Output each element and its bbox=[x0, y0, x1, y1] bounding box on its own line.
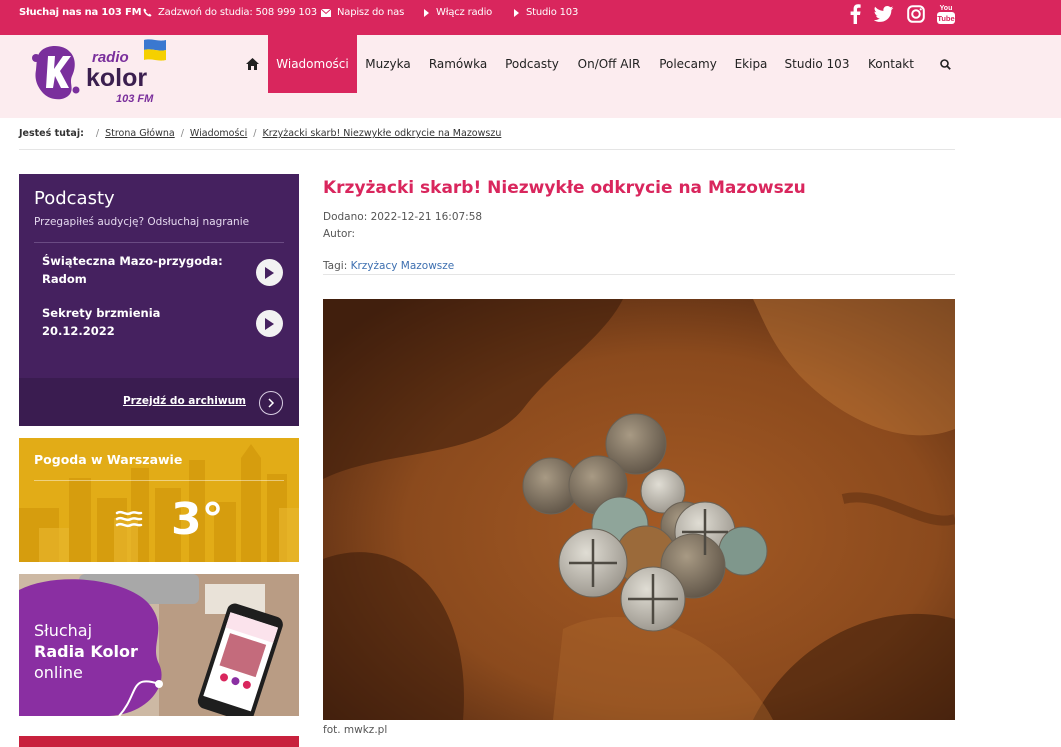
svg-text:Tube: Tube bbox=[937, 14, 954, 23]
podcast-item[interactable]: Sekrety brzmienia 20.12.2022 bbox=[42, 304, 232, 340]
listen-banner-text: Słuchaj Radia Kolor online bbox=[34, 621, 138, 682]
listen-online-banner[interactable]: Słuchaj Radia Kolor online bbox=[19, 574, 299, 716]
svg-text:You: You bbox=[940, 5, 953, 12]
play-small-icon bbox=[514, 8, 519, 17]
play-icon bbox=[265, 317, 274, 330]
phone-icon bbox=[143, 8, 152, 17]
nav-item-on-off-air[interactable]: On/Off AIR bbox=[573, 35, 645, 93]
breadcrumb-current[interactable]: Krzyżacki skarb! Niezwykłe odkrycie na M… bbox=[263, 128, 502, 139]
svg-text:kolor: kolor bbox=[86, 64, 147, 92]
photo-caption: fot. mwkz.pl bbox=[323, 724, 388, 736]
radio-on-link[interactable]: Włącz radio bbox=[423, 0, 492, 25]
podcasts-title: Podcasty bbox=[34, 188, 115, 209]
play-button[interactable] bbox=[256, 259, 283, 286]
nav-item-studio-103[interactable]: Studio 103 bbox=[782, 35, 852, 93]
breadcrumb: Jesteś tutaj: / Strona Główna / Wiadomoś… bbox=[19, 128, 502, 139]
home-icon[interactable] bbox=[240, 35, 264, 93]
podcast-item[interactable]: Świąteczna Mazo-przygoda: Radom bbox=[42, 252, 232, 288]
nav-item-ekipa[interactable]: Ekipa bbox=[730, 35, 772, 93]
breadcrumb-label: Jesteś tutaj: bbox=[19, 128, 84, 139]
svg-text:103 FM: 103 FM bbox=[116, 93, 154, 105]
nav-item-podcasty[interactable]: Podcasty bbox=[501, 35, 563, 93]
nav-item-ramowka[interactable]: Ramówka bbox=[426, 35, 490, 93]
podcasts-subtitle: Przegapiłeś audycję? Odsłuchaj nagranie bbox=[34, 216, 250, 228]
twitter-icon[interactable] bbox=[872, 3, 896, 25]
weather-title: Pogoda w Warszawie bbox=[34, 452, 183, 467]
call-studio-link[interactable]: Zadzwoń do studia: 508 999 103 bbox=[143, 0, 317, 25]
article-title: Krzyżacki skarb! Niezwykłe odkrycie na M… bbox=[323, 178, 806, 198]
nav-item-kontakt[interactable]: Kontakt bbox=[863, 35, 919, 93]
nav-item-muzyka[interactable]: Muzyka bbox=[362, 35, 414, 93]
top-bar: Słuchaj nas na 103 FM Zadzwoń do studia:… bbox=[0, 0, 1061, 35]
arrow-right-icon[interactable] bbox=[259, 391, 283, 415]
breadcrumb-home[interactable]: Strona Główna bbox=[105, 128, 175, 139]
divider bbox=[19, 149, 955, 150]
instagram-icon[interactable] bbox=[905, 3, 927, 25]
nav-item-wiadomosci[interactable]: Wiadomości bbox=[268, 35, 357, 93]
podcasts-panel: Podcasty Przegapiłeś audycję? Odsłuchaj … bbox=[19, 174, 299, 426]
weather-temperature: 3° bbox=[171, 494, 224, 545]
tag-link[interactable]: Krzyżacy Mazowsze bbox=[351, 260, 455, 272]
radio-kolor-logo[interactable]: radio kolor 103 FM bbox=[30, 36, 190, 108]
article-author: Autor: bbox=[323, 228, 356, 240]
envelope-icon bbox=[321, 8, 331, 17]
facebook-icon[interactable] bbox=[846, 3, 864, 25]
studio-link[interactable]: Studio 103 bbox=[513, 0, 578, 25]
fog-icon bbox=[114, 510, 144, 532]
article-date: Dodano: 2022-12-21 16:07:58 bbox=[323, 211, 483, 223]
article-tags: Tagi: Krzyżacy Mazowsze bbox=[323, 260, 455, 272]
play-button[interactable] bbox=[256, 310, 283, 337]
write-us-link[interactable]: Napisz do nas bbox=[321, 0, 404, 25]
divider bbox=[323, 274, 955, 275]
breadcrumb-news[interactable]: Wiadomości bbox=[190, 128, 247, 139]
play-small-icon bbox=[424, 8, 429, 17]
nav-item-polecamy[interactable]: Polecamy bbox=[656, 35, 720, 93]
archive-link[interactable]: Przejdź do archiwum bbox=[123, 395, 246, 407]
search-icon[interactable] bbox=[934, 35, 956, 93]
sidebar-banner[interactable] bbox=[19, 736, 299, 747]
weather-widget[interactable]: Pogoda w Warszawie 3° bbox=[19, 438, 299, 562]
play-icon bbox=[265, 266, 274, 279]
youtube-icon[interactable]: You Tube bbox=[935, 3, 957, 25]
article-photo bbox=[323, 299, 955, 720]
listen-fm-label: Słuchaj nas na 103 FM bbox=[19, 7, 142, 18]
